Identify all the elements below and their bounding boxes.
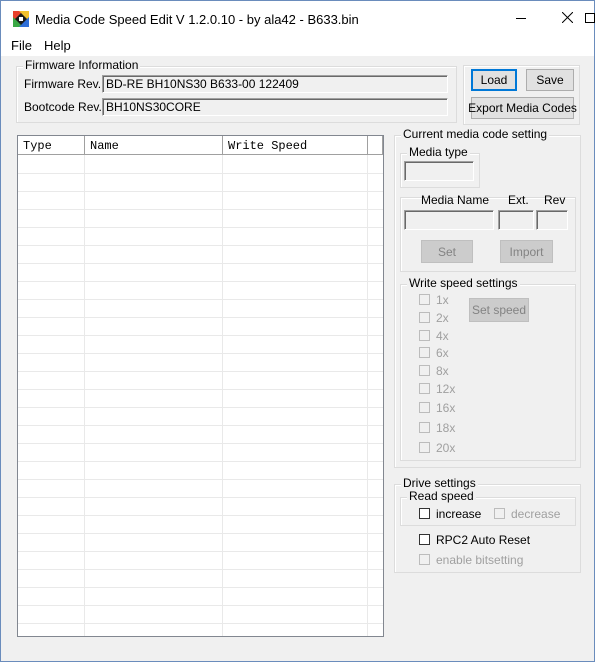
enable-bitsetting-checkbox[interactable] (419, 554, 430, 565)
close-icon (561, 11, 573, 26)
ext-field[interactable] (498, 210, 534, 230)
decrease-label: decrease (511, 507, 561, 521)
media-type-field[interactable] (404, 161, 474, 181)
window-title: Media Code Speed Edit V 1.2.0.10 - by al… (35, 12, 359, 27)
grid-line (18, 173, 383, 174)
grid-line (18, 335, 383, 336)
grid-line (18, 623, 383, 624)
grid-line (18, 551, 383, 552)
grid-line (18, 407, 383, 408)
bootcode-rev-field[interactable]: BH10NS30CORE (102, 98, 448, 116)
speed-checkbox[interactable] (419, 365, 430, 376)
grid-line (18, 533, 383, 534)
main-window: Media Code Speed Edit V 1.2.0.10 - by al… (0, 0, 595, 662)
grid-line (18, 497, 383, 498)
menu-help[interactable]: Help (44, 38, 71, 54)
firmware-rev-field[interactable]: BD-RE BH10NS30 B633-00 122409 (102, 75, 448, 93)
speed-checkbox[interactable] (419, 402, 430, 413)
grid-line (18, 353, 383, 354)
set-speed-button[interactable]: Set speed (469, 298, 529, 322)
speed-label: 4x (436, 329, 449, 343)
enable-bitsetting-label: enable bitsetting (436, 553, 524, 567)
grid-line (18, 317, 383, 318)
media-name-field[interactable] (404, 210, 494, 230)
grid-line (18, 515, 383, 516)
media-type-legend: Media type (407, 145, 470, 159)
grid-line (18, 587, 383, 588)
set-button[interactable]: Set (421, 240, 473, 263)
grid-line (18, 371, 383, 372)
increase-label: increase (436, 507, 482, 521)
grid-line (18, 443, 383, 444)
grid-line (18, 281, 383, 282)
speed-label: 18x (436, 421, 456, 435)
grid-line (18, 209, 383, 210)
speed-label: 6x (436, 346, 449, 360)
import-button[interactable]: Import (500, 240, 553, 263)
rpc2-auto-reset-checkbox[interactable] (419, 534, 430, 545)
grid-line (18, 227, 383, 228)
speed-checkbox[interactable] (419, 422, 430, 433)
column-header-write-speed[interactable]: Write Speed (223, 136, 368, 155)
column-header-type[interactable]: Type (18, 136, 85, 155)
speed-checkbox[interactable] (419, 294, 430, 305)
rev-field[interactable] (536, 210, 568, 230)
speed-checkbox[interactable] (419, 312, 430, 323)
close-button[interactable] (544, 1, 590, 36)
read-speed-legend: Read speed (407, 489, 476, 503)
increase-checkbox[interactable] (419, 508, 430, 519)
firmware-info-legend: Firmware Information (23, 58, 141, 72)
decrease-checkbox[interactable] (494, 508, 505, 519)
grid-line (18, 461, 383, 462)
bootcode-rev-label: Bootcode Rev. (24, 100, 102, 114)
write-speed-legend: Write speed settings (407, 276, 520, 290)
load-button[interactable]: Load (471, 69, 517, 91)
menu-bar (1, 36, 594, 56)
rev-label: Rev (544, 193, 566, 207)
column-header-filler (368, 136, 383, 155)
export-media-codes-button[interactable]: Export Media Codes (468, 97, 577, 119)
media-code-list[interactable]: Type Name Write Speed (17, 135, 384, 637)
minimize-icon (516, 12, 526, 26)
speed-checkbox[interactable] (419, 347, 430, 358)
minimize-button[interactable] (498, 1, 544, 36)
app-icon (13, 11, 29, 27)
speed-label: 20x (436, 441, 456, 455)
grid-line (18, 569, 383, 570)
speed-checkbox[interactable] (419, 330, 430, 341)
grid-line (18, 191, 383, 192)
grid-line (18, 479, 383, 480)
menu-file[interactable]: File (11, 38, 32, 54)
speed-checkbox[interactable] (419, 442, 430, 453)
grid-line (18, 605, 383, 606)
firmware-rev-label: Firmware Rev. (24, 77, 102, 91)
speed-checkbox[interactable] (419, 383, 430, 394)
grid-line (18, 263, 383, 264)
speed-label: 2x (436, 311, 449, 325)
column-header-name[interactable]: Name (85, 136, 223, 155)
media-name-label: Media Name (421, 193, 490, 207)
grid-line (18, 299, 383, 300)
speed-label: 8x (436, 364, 449, 378)
rpc2-auto-reset-label: RPC2 Auto Reset (436, 533, 531, 547)
current-media-code-legend: Current media code setting (401, 127, 550, 141)
save-button[interactable]: Save (526, 69, 574, 91)
speed-label: 12x (436, 382, 456, 396)
speed-label: 1x (436, 293, 449, 307)
grid-line (18, 425, 383, 426)
ext-label: Ext. (508, 193, 529, 207)
speed-label: 16x (436, 401, 456, 415)
grid-line (18, 389, 383, 390)
grid-line (18, 245, 383, 246)
